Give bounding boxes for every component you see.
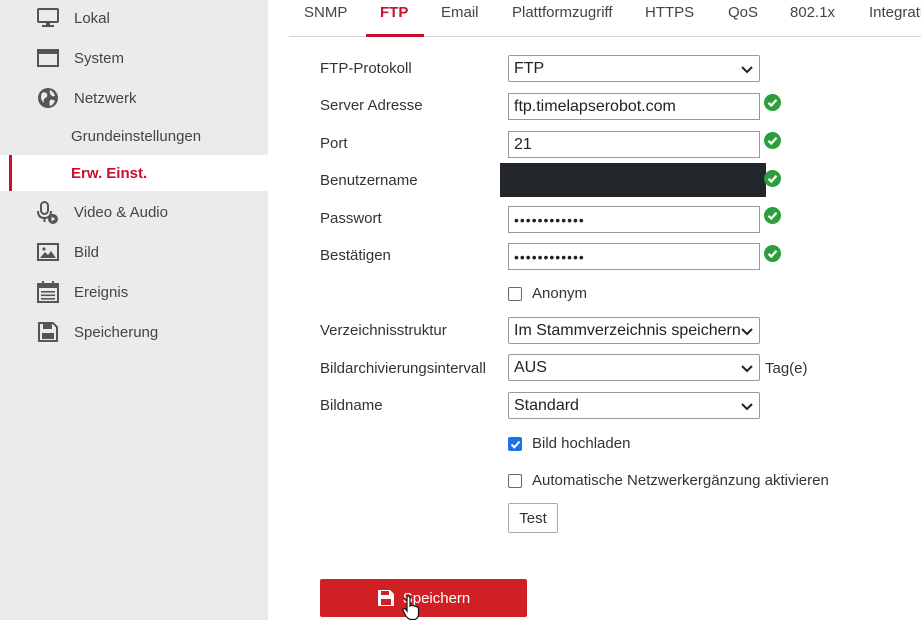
tab-plattformzugriff[interactable]: Plattformzugriff	[512, 4, 613, 21]
archive-interval-unit: Tag(e)	[765, 360, 808, 377]
upload-image-checkbox-row[interactable]: Bild hochladen	[508, 435, 630, 452]
tab-qos[interactable]: QoS	[728, 4, 758, 21]
hand-pointer-cursor-icon	[402, 596, 420, 620]
sidebar-item-netzwerk[interactable]: Netzwerk	[0, 80, 268, 116]
tab-integration[interactable]: Integrati	[869, 4, 921, 21]
chevron-down-icon	[741, 66, 753, 74]
port-label: Port	[320, 135, 348, 152]
window-icon	[36, 47, 60, 69]
active-tab-indicator	[366, 34, 424, 37]
directory-structure-label: Verzeichnisstruktur	[320, 322, 447, 339]
sidebar-item-system[interactable]: System	[0, 40, 268, 76]
ftp-protocol-select[interactable]: FTP	[508, 55, 760, 82]
image-name-select[interactable]: Standard	[508, 392, 760, 419]
sidebar-subitem-label: Erw. Einst.	[71, 164, 148, 182]
archive-interval-label: Bildarchivierungsintervall	[320, 360, 486, 377]
tab-snmp[interactable]: SNMP	[304, 4, 347, 21]
sidebar-subitem-label: Grundeinstellungen	[71, 127, 202, 145]
calendar-icon	[36, 281, 60, 303]
globe-icon	[36, 87, 60, 109]
check-circle-icon	[764, 170, 781, 187]
archive-interval-select[interactable]: AUS	[508, 354, 760, 381]
username-label: Benutzername	[320, 172, 418, 189]
tab-https[interactable]: HTTPS	[645, 4, 694, 21]
auto-network-checkbox-row[interactable]: Automatische Netzwerkergänzung aktiviere…	[508, 472, 829, 489]
directory-structure-select[interactable]: Im Stammverzeichnis speichern	[508, 317, 760, 344]
monitor-icon	[36, 7, 60, 29]
confirm-password-input[interactable]: ••••••••••••	[508, 243, 760, 270]
chevron-down-icon	[741, 365, 753, 373]
sidebar-item-ereignis[interactable]: Ereignis	[0, 274, 268, 310]
floppy-disk-icon	[377, 590, 394, 606]
check-circle-icon	[764, 132, 781, 149]
active-indicator	[9, 155, 12, 191]
confirm-password-label: Bestätigen	[320, 247, 391, 264]
sidebar-item-label: Netzwerk	[74, 89, 137, 107]
auto-network-label: Automatische Netzwerkergänzung aktiviere…	[532, 472, 829, 489]
sidebar-item-label: Lokal	[74, 9, 110, 27]
anonym-label: Anonym	[532, 285, 588, 302]
chevron-down-icon	[740, 324, 754, 338]
server-address-input[interactable]: ftp.timelapserobot.com	[508, 93, 760, 120]
sidebar-item-bild[interactable]: Bild	[0, 234, 268, 270]
password-input[interactable]: ••••••••••••	[508, 206, 760, 233]
sidebar-item-label: Bild	[74, 243, 100, 261]
image-name-value: Standard	[514, 396, 579, 414]
server-address-label: Server Adresse	[320, 97, 423, 114]
anonym-checkbox-row[interactable]: Anonym	[508, 285, 587, 302]
anonym-checkbox[interactable]	[508, 286, 522, 301]
password-label: Passwort	[320, 210, 382, 227]
sidebar-item-label: Video & Audio	[74, 203, 168, 221]
sidebar-item-label: Speicherung	[74, 323, 159, 341]
archive-interval-value: AUS	[514, 358, 547, 376]
sidebar: Lokal System Netzwerk Grundeinstellungen…	[0, 0, 268, 620]
port-input[interactable]: 21	[508, 131, 760, 158]
auto-network-checkbox[interactable]	[508, 473, 522, 488]
sidebar-item-speicherung[interactable]: Speicherung	[0, 314, 268, 350]
sidebar-item-video-audio[interactable]: Video & Audio	[0, 194, 268, 230]
save-button[interactable]: Speichern	[320, 579, 527, 617]
floppy-disk-icon	[36, 321, 60, 343]
sidebar-item-lokal[interactable]: Lokal	[0, 0, 268, 36]
chevron-down-icon	[741, 403, 753, 411]
sidebar-item-label: System	[74, 49, 125, 67]
tab-8021x[interactable]: 802.1x	[790, 4, 835, 21]
redacted-username-overlay	[500, 163, 766, 197]
check-circle-icon	[764, 94, 781, 111]
microphone-camera-icon	[36, 201, 60, 224]
sidebar-subitem-grundeinstellungen[interactable]: Grundeinstellungen	[0, 118, 268, 154]
tab-bar: SNMP FTP Email Plattformzugriff HTTPS Qo…	[289, 0, 921, 37]
tab-email[interactable]: Email	[441, 4, 479, 21]
ftp-protocol-label: FTP-Protokoll	[320, 60, 412, 77]
tab-ftp[interactable]: FTP	[380, 4, 408, 21]
sidebar-item-label: Ereignis	[74, 283, 129, 301]
image-name-label: Bildname	[320, 397, 383, 414]
upload-image-checkbox[interactable]	[508, 436, 522, 451]
test-button[interactable]: Test	[508, 503, 558, 533]
check-circle-icon	[764, 245, 781, 262]
checkmark-icon	[510, 440, 521, 449]
image-icon	[36, 241, 60, 263]
check-circle-icon	[764, 207, 781, 224]
upload-image-label: Bild hochladen	[532, 435, 631, 452]
ftp-protocol-value: FTP	[514, 59, 545, 77]
sidebar-subitem-erw-einst[interactable]: Erw. Einst.	[0, 155, 268, 191]
directory-structure-value: Im Stammverzeichnis speichern	[514, 321, 741, 339]
